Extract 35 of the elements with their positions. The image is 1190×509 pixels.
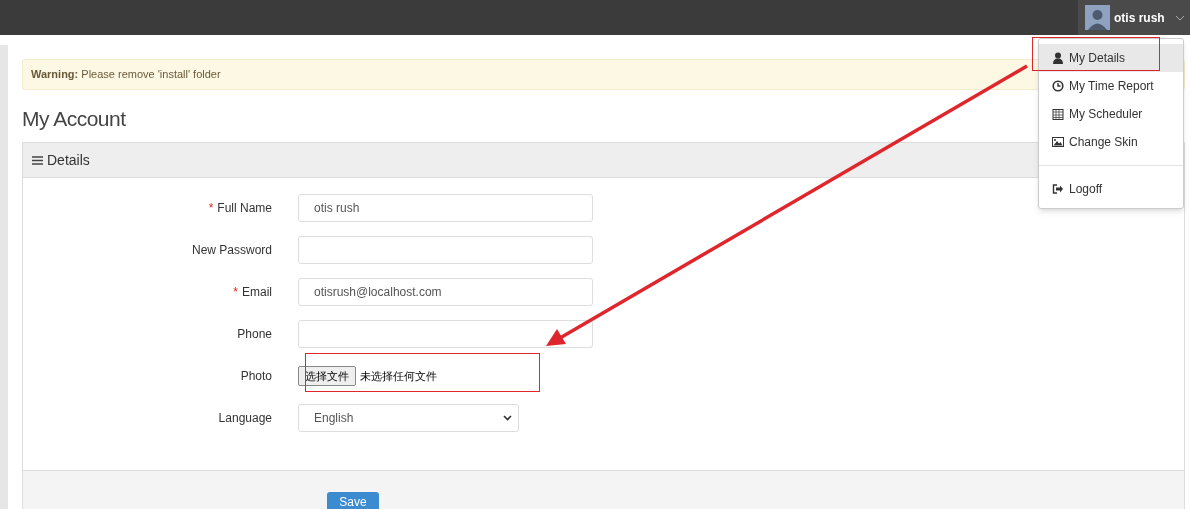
file-status: 未选择任何文件 (360, 368, 437, 384)
menu-item[interactable]: My Scheduler (1039, 100, 1183, 128)
field-label: Email (242, 284, 272, 301)
language-select[interactable]: English (298, 404, 519, 432)
menu-item[interactable]: My Time Report (1039, 72, 1183, 100)
required-mark: * (208, 200, 214, 217)
user-menu-toggle[interactable]: otis rush (1078, 0, 1190, 35)
input-field[interactable] (298, 320, 593, 348)
user-icon (1052, 52, 1064, 64)
calendar-icon (1052, 108, 1064, 120)
chevron-down-icon (1174, 14, 1185, 21)
field-label: Language (218, 410, 272, 427)
chevron-down-icon (503, 415, 512, 421)
avatar-icon (1085, 5, 1110, 30)
menu-item[interactable]: Logoff (1039, 175, 1183, 203)
required-mark: * (233, 284, 238, 301)
field-label: Phone (237, 326, 272, 343)
choose-file-button[interactable]: 选择文件 (298, 366, 356, 386)
page-title: My Account (22, 106, 126, 132)
input-field[interactable]: otisrush@localhost.com (298, 278, 593, 306)
input-field[interactable] (298, 236, 593, 264)
image-icon (1052, 136, 1064, 148)
menu-item[interactable]: Change Skin (1039, 128, 1183, 156)
logout-icon (1052, 183, 1064, 195)
user-name: otis rush (1114, 9, 1165, 27)
field-label: Photo (240, 368, 272, 385)
warning-text: Warning: Please remove 'install' folder (31, 67, 221, 83)
clock-icon (1052, 80, 1064, 92)
field-label: New Password (191, 242, 272, 259)
panel-title: Details (47, 150, 90, 170)
menu-icon (32, 155, 43, 165)
field-label: Full Name (217, 200, 272, 217)
save-button[interactable]: Save (327, 492, 379, 509)
input-field[interactable]: otis rush (298, 194, 593, 222)
menu-item[interactable]: My Details (1039, 44, 1183, 72)
